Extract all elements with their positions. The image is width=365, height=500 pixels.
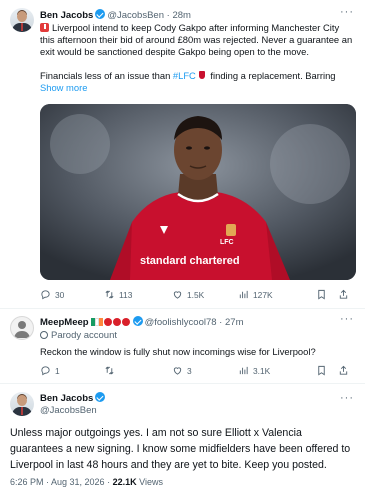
tweet-time[interactable]: 27m [225, 317, 243, 328]
author-name[interactable]: Ben Jacobs [40, 10, 93, 21]
repost-icon [105, 290, 114, 299]
reply-button[interactable]: 30 [40, 289, 64, 300]
tweet-meta: 6:26 PM · Aug 31, 2026 · 22.1K Views [10, 477, 163, 487]
share-icon [339, 289, 348, 299]
reply-icon [41, 290, 50, 300]
shirt-sponsor-text: standard chartered [140, 255, 240, 267]
repost-button[interactable]: 113 [104, 289, 132, 300]
author-block: Ben Jacobs [40, 392, 107, 405]
tweet-time[interactable]: 28m [172, 10, 190, 21]
repost-icon [105, 366, 114, 375]
views-icon [239, 290, 248, 299]
tweet-meepmeep[interactable]: MeepMeep @foolishlycool78 · 27m ··· Parod… [0, 309, 365, 381]
tweet-jacobs-1[interactable]: Ben Jacobs @JacobsBen · 28m ··· Liverpool… [0, 0, 365, 305]
avatar[interactable] [10, 316, 34, 340]
views-icon [239, 366, 248, 375]
parody-icon [40, 331, 48, 339]
views-button[interactable]: 127K [238, 289, 273, 300]
show-more-link[interactable]: Show more [40, 82, 87, 93]
bookmark-icon [318, 365, 325, 376]
verified-badge-icon [132, 316, 143, 326]
repost-button[interactable] [104, 365, 119, 376]
share-button[interactable] [338, 289, 349, 300]
bookmark-button[interactable] [316, 365, 327, 376]
reply-icon [41, 366, 50, 376]
avatar[interactable] [10, 392, 34, 416]
tweet-timestamp[interactable]: 6:26 PM · Aug 31, 2026 · [10, 477, 113, 487]
like-icon [173, 367, 182, 375]
share-button[interactable] [338, 365, 349, 376]
bookmark-button[interactable] [316, 289, 327, 300]
like-button[interactable]: 3 [172, 365, 192, 376]
shirt-brand-text: LFC [220, 239, 234, 246]
tweet-actions: 1 3 3.1K [40, 365, 356, 379]
player-photo: standard chartered LFC [40, 104, 356, 280]
views-count: 22.1K [112, 477, 137, 487]
verified-badge-icon [95, 9, 106, 19]
share-icon [339, 365, 348, 375]
author-handle[interactable]: @JacobsBen [107, 10, 164, 21]
more-icon[interactable]: ··· [340, 392, 354, 404]
bookmark-icon [318, 289, 325, 300]
author-handle[interactable]: @foolishlycool78 [145, 317, 217, 328]
alert-icon [40, 23, 49, 32]
verified-badge-icon [95, 392, 106, 402]
more-icon[interactable]: ··· [340, 6, 354, 18]
reply-button[interactable]: 1 [40, 365, 60, 376]
like-icon [173, 291, 182, 299]
tweet-actions: 30 113 1.5K 127K [40, 289, 356, 303]
tweet-photo[interactable]: standard chartered LFC [40, 104, 356, 280]
tweet-text: Liverpool intend to keep Cody Gakpo afte… [40, 22, 353, 81]
tweet-header: MeepMeep @foolishlycool78 · 27m [40, 316, 244, 328]
author-name[interactable]: MeepMeep [40, 317, 89, 328]
more-icon[interactable]: ··· [340, 313, 354, 325]
views-button[interactable]: 3.1K [238, 365, 270, 376]
avatar[interactable] [10, 8, 34, 32]
tweet-header: Ben Jacobs @JacobsBen · 28m [40, 9, 191, 21]
author-handle[interactable]: @JacobsBen [40, 405, 97, 417]
tweet-text: Reckon the window is fully shut now inco… [40, 346, 316, 357]
author-name[interactable]: Ben Jacobs [40, 393, 93, 404]
focused-tweet-text: Unless major outgoings yes. I am not so … [10, 427, 351, 471]
parody-label: Parody account [40, 330, 117, 342]
hashtag-lfc[interactable]: #LFC [173, 70, 196, 81]
like-button[interactable]: 1.5K [172, 289, 204, 300]
liverpool-badge-icon [198, 71, 206, 80]
